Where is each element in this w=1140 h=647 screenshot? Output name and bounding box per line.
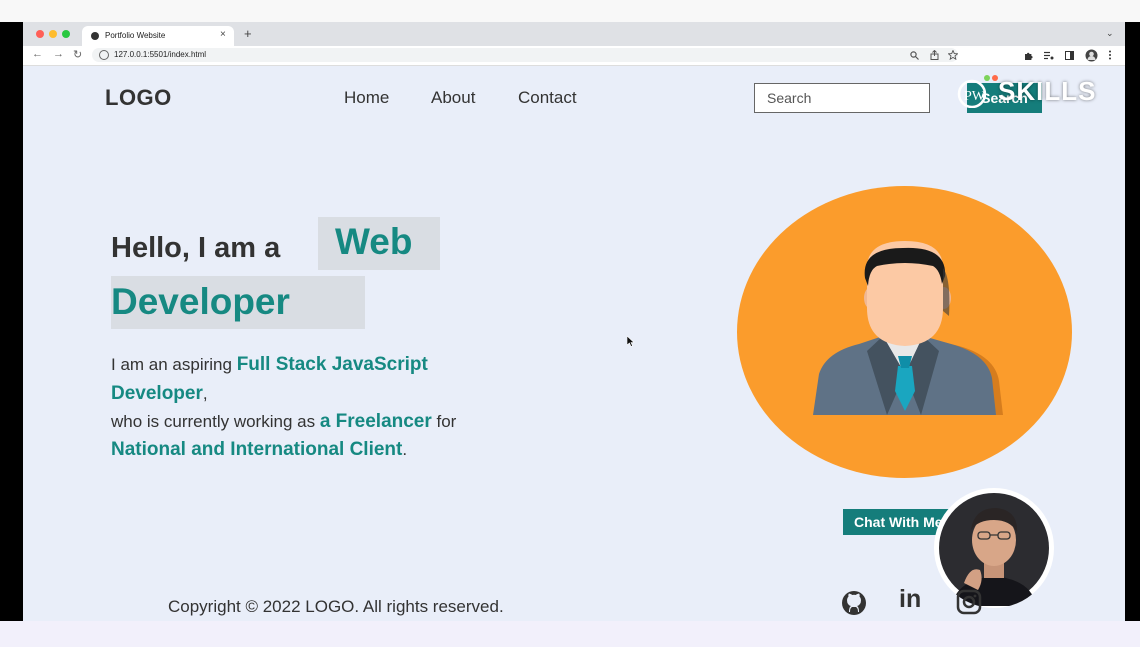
hero-greeting: Hello, I am a <box>111 232 281 264</box>
description-text: . <box>402 440 408 459</box>
hero-highlight-web: Web <box>335 221 413 262</box>
description-highlight: Full Stack JavaScript <box>236 354 428 375</box>
screen-left-border <box>0 22 23 622</box>
browser-menu-icon[interactable] <box>1108 50 1112 60</box>
bookmark-star-icon[interactable] <box>948 50 958 60</box>
forward-button[interactable]: → <box>53 48 64 60</box>
tab-bar: Portfolio Website × + ⌄ <box>23 22 1125 46</box>
description-text: , <box>202 384 208 403</box>
description-highlight: a Freelancer <box>319 411 432 432</box>
profile-avatar-icon[interactable] <box>1085 49 1098 62</box>
description-highlight: Developer <box>111 383 203 404</box>
github-icon[interactable] <box>840 589 868 617</box>
screen-top-bar <box>0 0 1140 22</box>
reload-button[interactable]: ↻ <box>73 48 82 61</box>
hero-highlight-developer: Developer <box>111 281 290 322</box>
linkedin-icon[interactable]: in <box>899 585 921 614</box>
url-field[interactable]: 127.0.0.1:5501/index.html <box>92 48 958 62</box>
presenter-webcam-overlay <box>934 488 1054 608</box>
description-line-1: I am an aspiring Full Stack JavaScript <box>111 354 428 376</box>
site-info-icon[interactable] <box>99 50 109 60</box>
site-logo[interactable]: LOGO <box>105 85 172 111</box>
pw-logo-mark: PW <box>964 89 986 104</box>
description-text: for <box>431 412 457 431</box>
back-button[interactable]: ← <box>32 48 43 60</box>
nav-about-link[interactable]: About <box>431 88 475 108</box>
tab-search-icon[interactable]: ⌄ <box>1106 28 1114 39</box>
description-text: who is currently working as <box>111 412 320 431</box>
zoom-icon[interactable] <box>910 51 919 60</box>
instagram-icon[interactable] <box>956 589 982 615</box>
portfolio-page: LOGO Home About Contact Search PW SKILLS… <box>23 66 1125 621</box>
browser-window: Portfolio Website × + ⌄ ← → ↻ 127.0.0.1:… <box>23 22 1125 621</box>
screen-bottom-strip <box>0 621 1140 647</box>
window-zoom-button[interactable] <box>62 30 70 38</box>
nav-contact-link[interactable]: Contact <box>518 88 577 108</box>
footer-copyright: Copyright © 2022 LOGO. All rights reserv… <box>168 597 504 616</box>
description-text: I am an aspiring <box>111 355 237 374</box>
url-text: 127.0.0.1:5501/index.html <box>114 50 207 59</box>
nav-home-link[interactable]: Home <box>344 88 389 108</box>
window-close-button[interactable] <box>36 30 44 38</box>
profile-avatar-circle <box>737 186 1072 478</box>
search-input[interactable] <box>754 83 930 113</box>
screen-right-border <box>1125 22 1140 622</box>
pw-logo-icon: PW <box>957 75 998 108</box>
favicon-icon <box>91 32 99 40</box>
mouse-cursor-icon <box>627 336 635 347</box>
share-icon[interactable] <box>930 50 939 60</box>
description-line-3: who is currently working as a Freelancer… <box>111 411 456 433</box>
new-tab-button[interactable]: + <box>244 26 252 41</box>
media-control-icon[interactable] <box>1044 51 1054 60</box>
skills-watermark: SKILLS <box>998 76 1097 106</box>
description-highlight: National and International Client <box>111 439 403 460</box>
address-bar: ← → ↻ 127.0.0.1:5501/index.html <box>23 46 1125 66</box>
presenter-video-image <box>936 490 1052 606</box>
window-minimize-button[interactable] <box>49 30 57 38</box>
extensions-icon[interactable] <box>1024 51 1033 60</box>
tab-close-icon[interactable]: × <box>220 29 226 40</box>
tab-title: Portfolio Website <box>105 31 166 40</box>
description-line-2: Developer, <box>111 383 208 405</box>
description-line-4: National and International Client. <box>111 439 407 461</box>
side-panel-icon[interactable] <box>1065 51 1074 60</box>
browser-tab[interactable]: Portfolio Website × <box>82 26 234 46</box>
businessman-avatar-icon <box>813 241 1003 415</box>
